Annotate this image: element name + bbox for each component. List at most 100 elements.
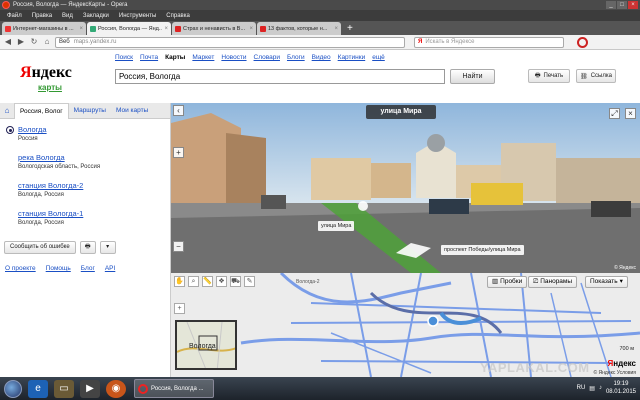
- volume-icon[interactable]: ♪: [599, 385, 602, 391]
- home-icon[interactable]: ⌂: [42, 37, 52, 47]
- tab-routes[interactable]: Маршруты: [69, 103, 111, 119]
- service-link-video[interactable]: Видео: [312, 54, 331, 61]
- browser-tab-active[interactable]: Россия, Вологда — Янд... ×: [87, 22, 171, 35]
- link-button[interactable]: ⛓ Ссылка: [576, 69, 616, 83]
- yandex-search-icon: Я: [418, 39, 423, 45]
- media-player-icon[interactable]: ▶: [80, 379, 100, 398]
- clock-date: 08.01.2015: [605, 389, 636, 395]
- overview-minimap[interactable]: Вологда: [175, 320, 237, 370]
- tab-close-icon[interactable]: ×: [249, 26, 253, 32]
- map-search-input[interactable]: Россия, Вологда: [115, 69, 445, 84]
- browser-tab[interactable]: Интернет-магазины в ... ×: [2, 22, 86, 35]
- service-link-blogs[interactable]: Блоги: [287, 54, 305, 61]
- result-name[interactable]: Вологда: [18, 125, 170, 134]
- new-tab-button[interactable]: +: [342, 22, 358, 35]
- list-item[interactable]: река Вологда Вологодская область, Россия: [6, 153, 170, 170]
- clock[interactable]: 19:19 08.01.2015: [606, 380, 636, 396]
- show-dropdown[interactable]: Показать ▾: [585, 276, 628, 288]
- browser-tab[interactable]: Страх и ненависть в В... ×: [172, 22, 256, 35]
- network-icon[interactable]: ▤: [589, 385, 595, 392]
- traffic-button[interactable]: ▥ Пробки: [487, 276, 528, 288]
- menu-tools[interactable]: Инструменты: [114, 13, 161, 19]
- url-text: maps.yandex.ru: [73, 39, 117, 45]
- service-link-market[interactable]: Маркет: [192, 54, 214, 61]
- car-icon[interactable]: ⛟: [230, 276, 241, 287]
- opera-task-icon: [138, 383, 148, 394]
- result-name[interactable]: станция Вологда-1: [18, 209, 170, 218]
- yandex-logo[interactable]: Яндекс: [20, 64, 72, 82]
- panorama-direction-tag[interactable]: проспект Победы/улица Мира: [441, 245, 524, 255]
- list-item[interactable]: Вологда Россия: [6, 125, 170, 142]
- pencil-icon[interactable]: ✎: [244, 276, 255, 287]
- minimize-button[interactable]: _: [606, 1, 616, 9]
- map-copyright[interactable]: © Яндекс Условия: [593, 370, 636, 376]
- api-link[interactable]: API: [105, 265, 115, 272]
- panoramas-button[interactable]: ⎚ Панорамы: [528, 276, 578, 288]
- service-link-dictionaries[interactable]: Словари: [254, 54, 280, 61]
- tab-close-icon[interactable]: ×: [334, 26, 338, 32]
- map-zoom-in-icon[interactable]: +: [174, 303, 185, 314]
- blog-link[interactable]: Блог: [81, 265, 95, 272]
- service-link-mail[interactable]: Почта: [140, 54, 158, 61]
- folder-icon[interactable]: ▭: [54, 379, 74, 398]
- result-name[interactable]: станция Вологда-2: [18, 181, 170, 190]
- print-icon[interactable]: 🖶: [79, 241, 96, 254]
- reload-icon[interactable]: ↻: [29, 37, 39, 47]
- menu-help[interactable]: Справка: [161, 13, 195, 19]
- panorama-zoom-out-icon[interactable]: −: [173, 241, 184, 252]
- print-button[interactable]: 🖶 Печать: [528, 69, 570, 83]
- tab-label: Россия, Вологда — Янд...: [98, 25, 163, 32]
- pin-icon[interactable]: ▾: [99, 241, 116, 254]
- hand-tool-icon[interactable]: ✋: [174, 276, 185, 287]
- panorama-street-tag[interactable]: улица Мира: [318, 221, 355, 231]
- maximize-button[interactable]: □: [617, 1, 627, 9]
- tab-close-icon[interactable]: ×: [79, 26, 83, 32]
- panorama-zoom-in-icon[interactable]: +: [173, 147, 184, 158]
- printer-icon: 🖶: [534, 73, 541, 79]
- search-placeholder: Искать в Яндексе: [425, 39, 475, 45]
- magnifier-icon[interactable]: ⌕: [188, 276, 199, 287]
- menu-view[interactable]: Вид: [57, 13, 78, 19]
- back-arrow-icon[interactable]: ◀: [3, 37, 13, 47]
- start-button-icon[interactable]: [4, 379, 22, 398]
- taskbar-opera-window[interactable]: Россия, Вологда ...: [134, 379, 214, 398]
- about-link[interactable]: О проекте: [5, 265, 36, 272]
- menu-bookmarks[interactable]: Закладки: [78, 13, 114, 19]
- home-icon[interactable]: ⌂: [0, 106, 14, 115]
- forward-arrow-icon[interactable]: ▶: [16, 37, 26, 47]
- layers-icon[interactable]: ❖: [216, 276, 227, 287]
- panorama-close-icon[interactable]: ×: [625, 108, 636, 119]
- close-button[interactable]: ×: [628, 1, 638, 9]
- menu-file[interactable]: Файл: [2, 13, 27, 19]
- watermark-text: YAPLAKAL.COM: [480, 360, 590, 375]
- list-item[interactable]: станция Вологда-2 Вологда, Россия: [6, 181, 170, 198]
- opera-menu-icon[interactable]: [577, 36, 588, 48]
- firefox-icon[interactable]: ◉: [106, 379, 126, 398]
- panorama-back-icon[interactable]: ‹: [173, 105, 184, 116]
- street-panorama[interactable]: ‹ + − улица Мира ⤢ × улица Мира проспект…: [171, 103, 640, 273]
- tab-my-maps[interactable]: Мои карты: [111, 103, 153, 119]
- help-link[interactable]: Помощь: [46, 265, 71, 272]
- tab-search-results[interactable]: Россия, Волог: [14, 102, 69, 119]
- result-name[interactable]: река Вологда: [18, 153, 170, 162]
- report-error-button[interactable]: Сообщить об ошибке: [4, 241, 76, 254]
- list-item[interactable]: станция Вологда-1 Вологда, Россия: [6, 209, 170, 226]
- browser-search-input[interactable]: Я Искать в Яндексе: [414, 36, 564, 48]
- service-link-more[interactable]: ещё: [372, 54, 385, 61]
- windows-taskbar: e ▭ ▶ ◉ Россия, Вологда ... RU ▤ ♪ 19:19…: [0, 377, 640, 400]
- browser-tab[interactable]: 13 фактов, которые н... ×: [257, 22, 341, 35]
- address-field[interactable]: Веб maps.yandex.ru: [55, 36, 405, 48]
- find-button[interactable]: Найти: [450, 69, 495, 84]
- fullscreen-icon[interactable]: ⤢: [609, 108, 620, 119]
- service-link-images[interactable]: Картинки: [338, 54, 366, 61]
- service-link-news[interactable]: Новости: [221, 54, 246, 61]
- ie-icon[interactable]: e: [28, 379, 48, 398]
- language-indicator[interactable]: RU: [577, 385, 586, 391]
- maps-subtitle[interactable]: карты: [38, 83, 62, 92]
- tab-close-icon[interactable]: ×: [164, 26, 168, 32]
- service-link-search[interactable]: Поиск: [115, 54, 133, 61]
- ruler-icon[interactable]: 📏: [202, 276, 213, 287]
- menu-edit[interactable]: Правка: [27, 13, 57, 19]
- tab-label: Страх и ненависть в В...: [183, 25, 246, 32]
- opera-icon[interactable]: [2, 1, 10, 9]
